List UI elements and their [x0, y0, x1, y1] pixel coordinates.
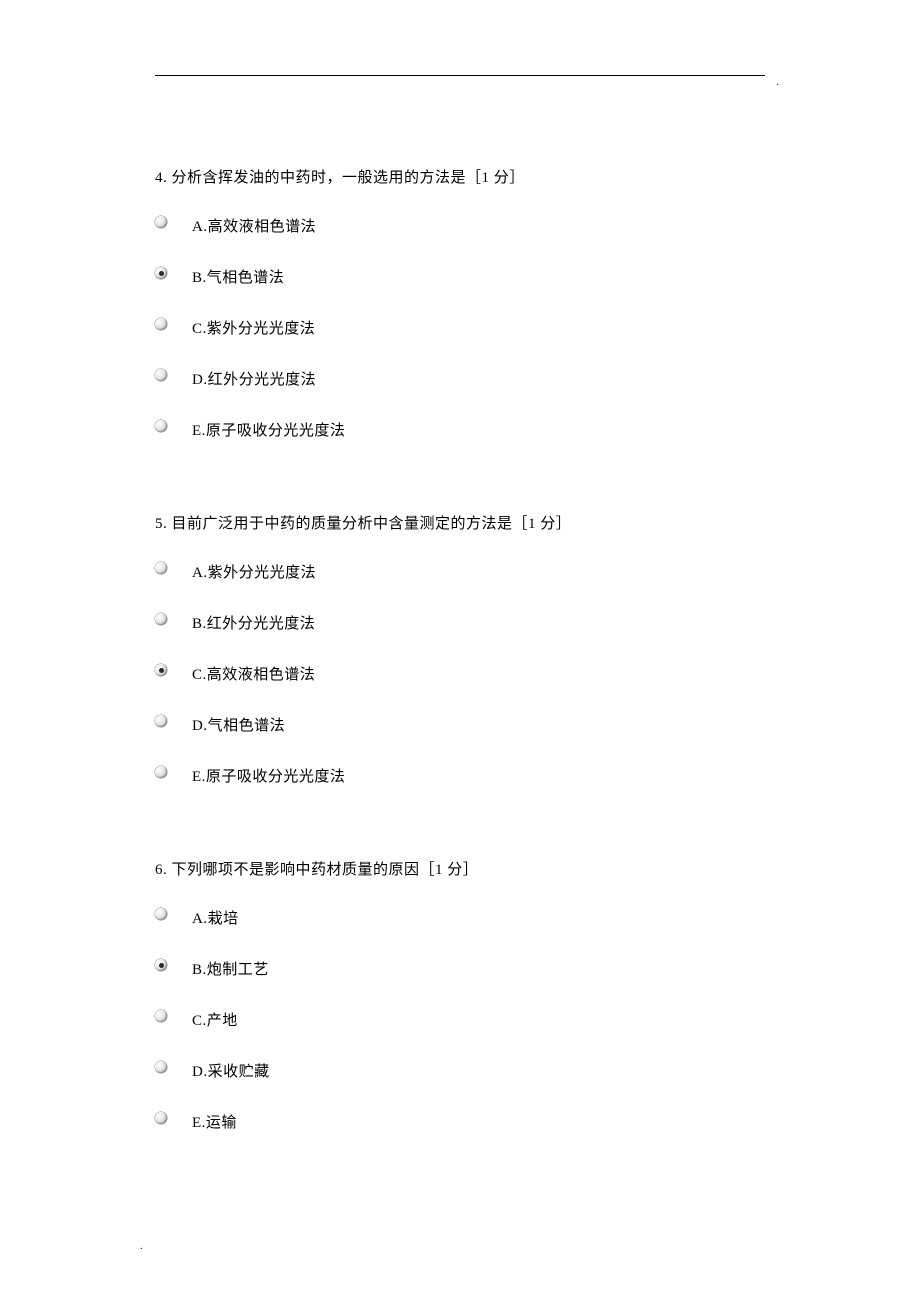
option-label: E.原子吸收分光光度法: [192, 765, 345, 786]
page-container: . 4. 分析含挥发油的中药时，一般选用的方法是［1 分］ A.高效液相色谱法 B.…: [0, 0, 920, 1132]
footer-dot: .: [140, 1241, 143, 1252]
option-row[interactable]: A.紫外分光光度法: [155, 561, 765, 582]
radio-unselected-icon[interactable]: [155, 908, 168, 921]
option-label: E.运输: [192, 1111, 237, 1132]
radio-selected-icon[interactable]: [155, 959, 168, 972]
radio-unselected-icon[interactable]: [155, 613, 168, 626]
option-label: D.气相色谱法: [192, 714, 285, 735]
option-label: B.气相色谱法: [192, 266, 284, 287]
option-label: D.红外分光光度法: [192, 368, 316, 389]
question-block: 6. 下列哪项不是影响中药材质量的原因［1 分］ A.栽培 B.炮制工艺 C.产地 D.…: [155, 858, 765, 1132]
radio-unselected-icon[interactable]: [155, 420, 168, 433]
option-label: C.产地: [192, 1009, 238, 1030]
header-line: .: [155, 75, 765, 76]
radio-selected-icon[interactable]: [155, 664, 168, 677]
option-label: B.红外分光光度法: [192, 612, 315, 633]
option-row[interactable]: E.原子吸收分光光度法: [155, 419, 765, 440]
radio-unselected-icon[interactable]: [155, 1010, 168, 1023]
header-dot: .: [777, 77, 780, 88]
option-label: D.采收贮藏: [192, 1060, 270, 1081]
option-row[interactable]: E.运输: [155, 1111, 765, 1132]
questions-container: 4. 分析含挥发油的中药时，一般选用的方法是［1 分］ A.高效液相色谱法 B.气相…: [155, 166, 765, 1132]
option-row[interactable]: D.气相色谱法: [155, 714, 765, 735]
option-row[interactable]: A.高效液相色谱法: [155, 215, 765, 236]
question-text: 4. 分析含挥发油的中药时，一般选用的方法是［1 分］: [155, 166, 765, 187]
radio-unselected-icon[interactable]: [155, 715, 168, 728]
option-row[interactable]: C.高效液相色谱法: [155, 663, 765, 684]
question-text: 5. 目前广泛用于中药的质量分析中含量测定的方法是［1 分］: [155, 512, 765, 533]
option-label: A.紫外分光光度法: [192, 561, 316, 582]
option-row[interactable]: C.紫外分光光度法: [155, 317, 765, 338]
option-label: C.紫外分光光度法: [192, 317, 315, 338]
option-row[interactable]: D.采收贮藏: [155, 1060, 765, 1081]
option-row[interactable]: B.气相色谱法: [155, 266, 765, 287]
question-text: 6. 下列哪项不是影响中药材质量的原因［1 分］: [155, 858, 765, 879]
radio-unselected-icon[interactable]: [155, 562, 168, 575]
question-block: 4. 分析含挥发油的中药时，一般选用的方法是［1 分］ A.高效液相色谱法 B.气相…: [155, 166, 765, 440]
radio-unselected-icon[interactable]: [155, 766, 168, 779]
option-label: A.栽培: [192, 907, 239, 928]
radio-unselected-icon[interactable]: [155, 1061, 168, 1074]
radio-unselected-icon[interactable]: [155, 369, 168, 382]
option-label: E.原子吸收分光光度法: [192, 419, 345, 440]
option-row[interactable]: B.红外分光光度法: [155, 612, 765, 633]
option-label: C.高效液相色谱法: [192, 663, 315, 684]
option-row[interactable]: B.炮制工艺: [155, 958, 765, 979]
radio-selected-icon[interactable]: [155, 267, 168, 280]
question-block: 5. 目前广泛用于中药的质量分析中含量测定的方法是［1 分］ A.紫外分光光度法 B…: [155, 512, 765, 786]
option-row[interactable]: C.产地: [155, 1009, 765, 1030]
option-label: B.炮制工艺: [192, 958, 269, 979]
option-row[interactable]: A.栽培: [155, 907, 765, 928]
radio-unselected-icon[interactable]: [155, 1112, 168, 1125]
radio-unselected-icon[interactable]: [155, 318, 168, 331]
option-label: A.高效液相色谱法: [192, 215, 316, 236]
option-row[interactable]: E.原子吸收分光光度法: [155, 765, 765, 786]
radio-unselected-icon[interactable]: [155, 216, 168, 229]
option-row[interactable]: D.红外分光光度法: [155, 368, 765, 389]
